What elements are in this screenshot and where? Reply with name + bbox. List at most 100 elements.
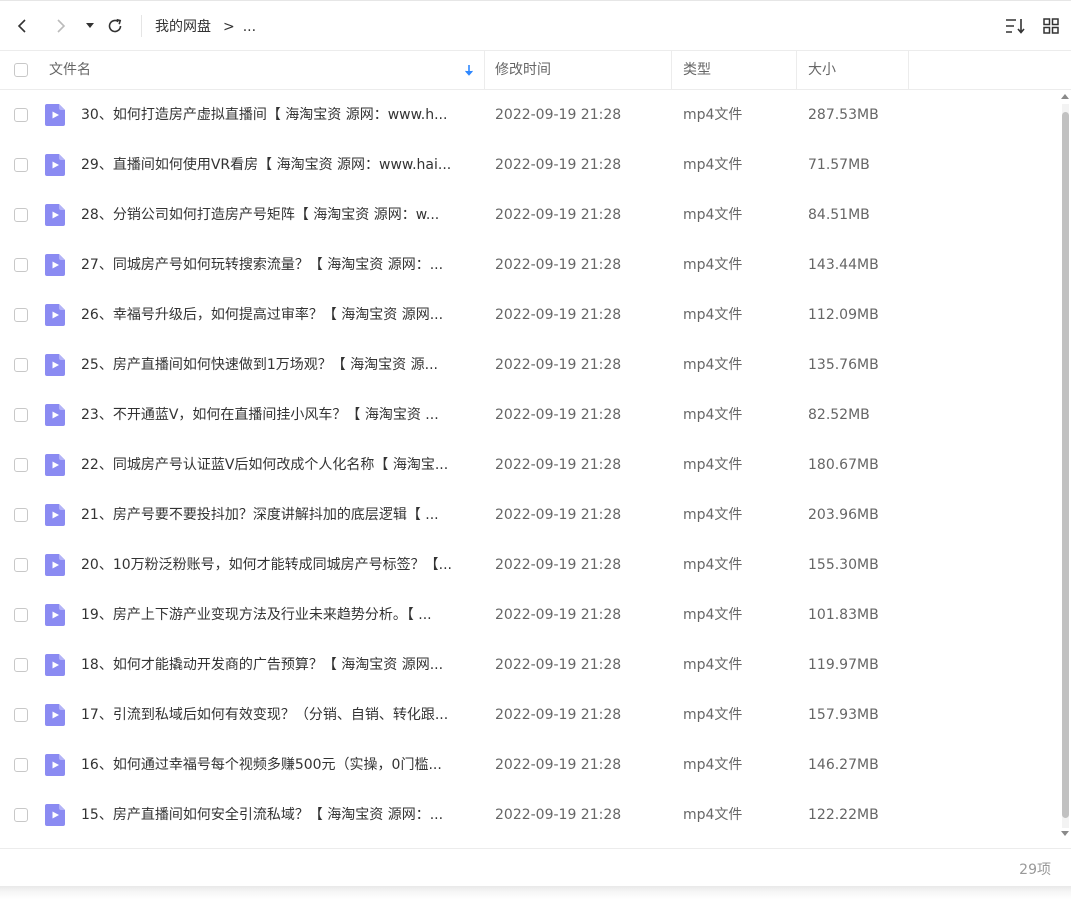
row-checkbox[interactable] [14, 108, 28, 122]
forward-button[interactable] [50, 14, 72, 38]
file-type: mp4文件 [683, 707, 743, 723]
file-modified: 2022-09-19 21:28 [495, 407, 622, 423]
file-name[interactable]: 19、房产上下游产业变现方法及行业未来趋势分析。【 ... [81, 590, 477, 640]
column-divider[interactable] [671, 51, 672, 89]
file-name[interactable]: 21、房产号要不要投抖加？深度讲解抖加的底层逻辑【 ... [81, 490, 477, 540]
row-checkbox[interactable] [14, 508, 28, 522]
file-row[interactable]: 16、如何通过幸福号每个视频多赚500元（实操，0门槛... 2022-09-1… [0, 740, 1060, 790]
row-checkbox[interactable] [14, 758, 28, 772]
file-row[interactable]: 15、房产直播间如何安全引流私域？【 海淘宝资 源网：... 2022-09-1… [0, 790, 1060, 840]
column-divider[interactable] [796, 51, 797, 89]
file-type: mp4文件 [683, 607, 743, 623]
file-name[interactable]: 23、不开通蓝V，如何在直播间挂小风车？【 海淘宝资 ... [81, 390, 477, 440]
file-name[interactable]: 29、直播间如何使用VR看房【 海淘宝资 源网：www.hai... [81, 140, 477, 190]
vertical-scrollbar[interactable] [1060, 90, 1071, 840]
file-modified: 2022-09-19 21:28 [495, 157, 622, 173]
file-name[interactable]: 18、如何才能撬动开发商的广告预算？【 海淘宝资 源网... [81, 640, 477, 690]
video-file-icon [45, 554, 65, 576]
grid-icon [1043, 18, 1059, 34]
video-file-icon [45, 104, 65, 126]
file-type: mp4文件 [683, 107, 743, 123]
file-row[interactable]: 30、如何打造房产虚拟直播间【 海淘宝资 源网：www.h... 2022-09… [0, 90, 1060, 140]
file-modified: 2022-09-19 21:28 [495, 457, 622, 473]
file-name[interactable]: 16、如何通过幸福号每个视频多赚500元（实操，0门槛... [81, 740, 477, 790]
status-bar: 29项 [0, 848, 1071, 888]
refresh-button[interactable] [104, 14, 126, 38]
column-size[interactable]: 大小 [808, 51, 836, 89]
breadcrumb-separator: > [223, 19, 235, 35]
file-type: mp4文件 [683, 307, 743, 323]
column-modified[interactable]: 修改时间 [495, 51, 551, 89]
sort-button[interactable] [1004, 14, 1026, 38]
chevron-left-icon [17, 19, 26, 33]
file-size: 146.27MB [808, 757, 879, 773]
row-checkbox[interactable] [14, 808, 28, 822]
row-checkbox[interactable] [14, 308, 28, 322]
file-size: 155.30MB [808, 557, 879, 573]
sort-arrow-down-icon[interactable] [464, 64, 474, 77]
file-modified: 2022-09-19 21:28 [495, 507, 622, 523]
row-checkbox[interactable] [14, 458, 28, 472]
file-row[interactable]: 20、10万粉泛粉账号，如何才能转成同城房产号标签？【... 2022-09-1… [0, 540, 1060, 590]
file-name[interactable]: 15、房产直播间如何安全引流私域？【 海淘宝资 源网：... [81, 790, 477, 840]
video-file-icon [45, 504, 65, 526]
file-type: mp4文件 [683, 507, 743, 523]
video-file-icon [45, 354, 65, 376]
breadcrumb-root[interactable]: 我的网盘 [155, 19, 211, 35]
file-name[interactable]: 28、分销公司如何打造房产号矩阵【 海淘宝资 源网：w... [81, 190, 477, 240]
scrollbar-thumb[interactable] [1062, 112, 1069, 818]
select-all-checkbox[interactable] [14, 63, 28, 77]
back-button[interactable] [11, 14, 33, 38]
file-row[interactable]: 19、房产上下游产业变现方法及行业未来趋势分析。【 ... 2022-09-19… [0, 590, 1060, 640]
breadcrumb-more[interactable]: ... [243, 19, 256, 35]
file-row[interactable]: 22、同城房产号认证蓝V后如何改成个人化名称【 海淘宝... 2022-09-1… [0, 440, 1060, 490]
row-checkbox[interactable] [14, 708, 28, 722]
row-checkbox[interactable] [14, 158, 28, 172]
file-row[interactable]: 29、直播间如何使用VR看房【 海淘宝资 源网：www.hai... 2022-… [0, 140, 1060, 190]
video-file-icon [45, 754, 65, 776]
column-divider[interactable] [484, 51, 485, 89]
column-name[interactable]: 文件名 [49, 51, 91, 89]
file-row[interactable]: 28、分销公司如何打造房产号矩阵【 海淘宝资 源网：w... 2022-09-1… [0, 190, 1060, 240]
row-checkbox[interactable] [14, 408, 28, 422]
video-file-icon [45, 704, 65, 726]
file-size: 119.97MB [808, 657, 879, 673]
file-row[interactable]: 18、如何才能撬动开发商的广告预算？【 海淘宝资 源网... 2022-09-1… [0, 640, 1060, 690]
file-row[interactable]: 25、房产直播间如何快速做到1万场观？【 海淘宝资 源... 2022-09-1… [0, 340, 1060, 390]
file-size: 157.93MB [808, 707, 879, 723]
file-row[interactable]: 17、引流到私域后如何有效变现？（分销、自销、转化跟... 2022-09-19… [0, 690, 1060, 740]
row-checkbox[interactable] [14, 358, 28, 372]
file-list: 30、如何打造房产虚拟直播间【 海淘宝资 源网：www.h... 2022-09… [0, 90, 1060, 840]
file-name[interactable]: 17、引流到私域后如何有效变现？（分销、自销、转化跟... [81, 690, 477, 740]
file-name[interactable]: 25、房产直播间如何快速做到1万场观？【 海淘宝资 源... [81, 340, 477, 390]
file-size: 82.52MB [808, 407, 870, 423]
grid-view-button[interactable] [1040, 14, 1062, 38]
row-checkbox[interactable] [14, 258, 28, 272]
file-row[interactable]: 26、幸福号升级后，如何提高过审率？【 海淘宝资 源网... 2022-09-1… [0, 290, 1060, 340]
file-row[interactable]: 27、同城房产号如何玩转搜索流量？【 海淘宝资 源网：... 2022-09-1… [0, 240, 1060, 290]
row-checkbox[interactable] [14, 658, 28, 672]
scroll-up-arrow-icon[interactable] [1061, 94, 1069, 99]
row-checkbox[interactable] [14, 558, 28, 572]
file-row[interactable]: 21、房产号要不要投抖加？深度讲解抖加的底层逻辑【 ... 2022-09-19… [0, 490, 1060, 540]
file-size: 84.51MB [808, 207, 870, 223]
scroll-down-arrow-icon[interactable] [1061, 831, 1069, 836]
column-divider[interactable] [908, 51, 909, 89]
file-name[interactable]: 20、10万粉泛粉账号，如何才能转成同城房产号标签？【... [81, 540, 477, 590]
file-name[interactable]: 26、幸福号升级后，如何提高过审率？【 海淘宝资 源网... [81, 290, 477, 340]
history-dropdown-button[interactable] [79, 14, 101, 38]
file-name[interactable]: 27、同城房产号如何玩转搜索流量？【 海淘宝资 源网：... [81, 240, 477, 290]
row-checkbox[interactable] [14, 608, 28, 622]
file-size: 135.76MB [808, 357, 879, 373]
file-type: mp4文件 [683, 357, 743, 373]
video-file-icon [45, 404, 65, 426]
video-file-icon [45, 304, 65, 326]
file-name[interactable]: 30、如何打造房产虚拟直播间【 海淘宝资 源网：www.h... [81, 90, 477, 140]
file-row[interactable]: 23、不开通蓝V，如何在直播间挂小风车？【 海淘宝资 ... 2022-09-1… [0, 390, 1060, 440]
file-size: 112.09MB [808, 307, 879, 323]
video-file-icon [45, 804, 65, 826]
row-checkbox[interactable] [14, 208, 28, 222]
file-name[interactable]: 22、同城房产号认证蓝V后如何改成个人化名称【 海淘宝... [81, 440, 477, 490]
file-type: mp4文件 [683, 257, 743, 273]
column-type[interactable]: 类型 [683, 51, 711, 89]
